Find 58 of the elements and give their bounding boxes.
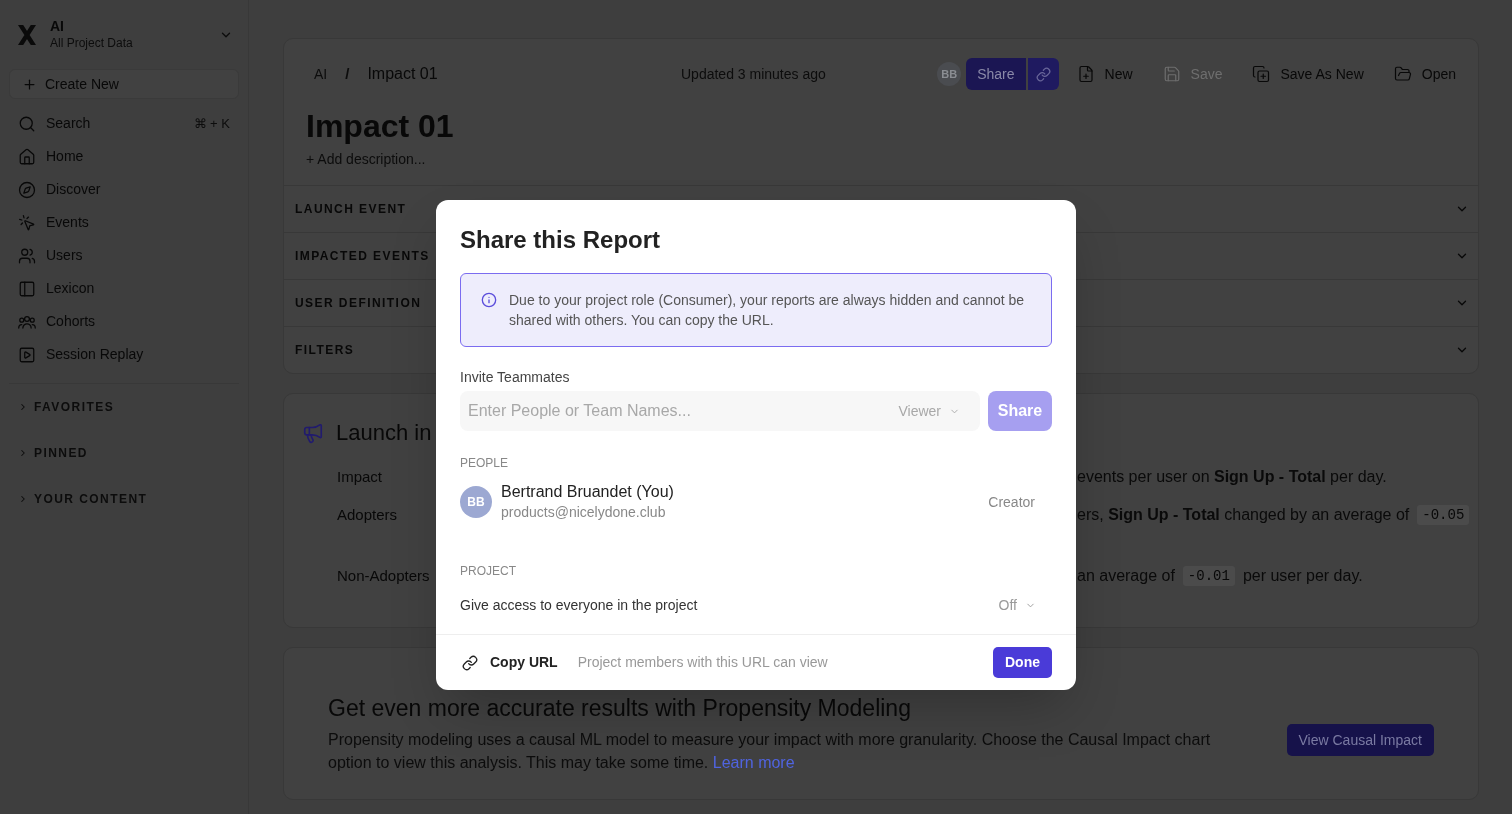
link-icon bbox=[1035, 66, 1051, 82]
save-icon bbox=[1162, 65, 1181, 83]
compass-icon bbox=[18, 180, 36, 199]
row-label: Impact bbox=[337, 468, 382, 485]
code-value: -0.01 bbox=[1182, 566, 1235, 586]
toolbar-button[interactable]: Open bbox=[1393, 63, 1456, 85]
toolbar-button[interactable]: Save As New bbox=[1252, 63, 1364, 85]
field-label: Invite Teammates bbox=[460, 368, 570, 387]
breadcrumb-separator: / bbox=[345, 63, 350, 84]
accordion-toggle[interactable]: LAUNCH EVENT bbox=[295, 200, 407, 218]
accordion-toggle[interactable]: IMPACTED EVENTS bbox=[295, 247, 430, 265]
home-icon bbox=[18, 147, 36, 166]
toolbar-button[interactable]: New bbox=[1076, 63, 1133, 85]
view-causal-impact-button[interactable]: View Causal Impact bbox=[1286, 724, 1434, 756]
notice-text: Due to your project role (Consumer), your reports are always hidden and cannot be shared with others. You can copy the URL. bbox=[509, 291, 1026, 330]
person-role: Creator bbox=[988, 492, 1035, 512]
avatar: BB bbox=[937, 62, 962, 86]
folder-icon bbox=[1393, 65, 1412, 83]
accordion-toggle[interactable]: FILTERS bbox=[295, 341, 355, 359]
share-button[interactable]: Share bbox=[966, 58, 1026, 90]
file-plus-icon bbox=[1076, 65, 1095, 83]
code-value: -0.05 bbox=[1417, 505, 1470, 525]
done-button[interactable]: Done bbox=[993, 647, 1052, 678]
access-dropdown[interactable]: Off bbox=[998, 594, 1036, 616]
person-email: products@nicelydone.club bbox=[501, 503, 667, 522]
copy-url-button[interactable]: Copy URL bbox=[460, 652, 558, 673]
insight-title: Launch in bbox=[336, 419, 432, 447]
play-square-icon bbox=[18, 345, 36, 364]
create-new-button[interactable]: Create New bbox=[9, 69, 239, 99]
footer-note: Project members with this URL can view bbox=[577, 653, 828, 672]
search-icon bbox=[18, 114, 36, 133]
section-heading: PEOPLE bbox=[460, 455, 509, 471]
cursor-click-icon bbox=[18, 213, 36, 232]
users-icon bbox=[18, 246, 36, 265]
learn-more-link[interactable]: Learn more bbox=[712, 754, 795, 771]
access-label: Give access to everyone in the project bbox=[460, 595, 698, 615]
person-name: Bertrand Bruandet (You) bbox=[501, 482, 674, 502]
row-label: Non-Adopters bbox=[337, 567, 430, 584]
chevron-right-icon bbox=[18, 402, 28, 412]
plus-icon bbox=[22, 76, 37, 92]
megaphone-icon bbox=[302, 422, 324, 444]
avatar: BB bbox=[460, 486, 492, 518]
breadcrumb-current: Impact 01 bbox=[367, 64, 438, 84]
accordion-toggle[interactable]: USER DEFINITION bbox=[295, 294, 422, 312]
sidebar-panel-icon bbox=[18, 279, 36, 298]
info-icon bbox=[481, 292, 497, 308]
role-dropdown[interactable]: Viewer bbox=[898, 400, 960, 422]
copy-plus-icon bbox=[1252, 65, 1271, 83]
chevron-right-icon bbox=[18, 448, 28, 458]
report-title: Impact 01 bbox=[306, 107, 454, 146]
invite-field[interactable]: Enter People or Team Names... Viewer bbox=[460, 391, 980, 431]
section-heading: PROJECT bbox=[460, 563, 516, 579]
row-label: Adopters bbox=[337, 506, 398, 523]
dialog-title: Share this Report bbox=[460, 225, 661, 255]
copy-link-button[interactable] bbox=[1027, 58, 1059, 90]
logo-icon bbox=[17, 23, 37, 46]
chevron-right-icon bbox=[18, 494, 28, 504]
link-icon bbox=[462, 654, 478, 671]
